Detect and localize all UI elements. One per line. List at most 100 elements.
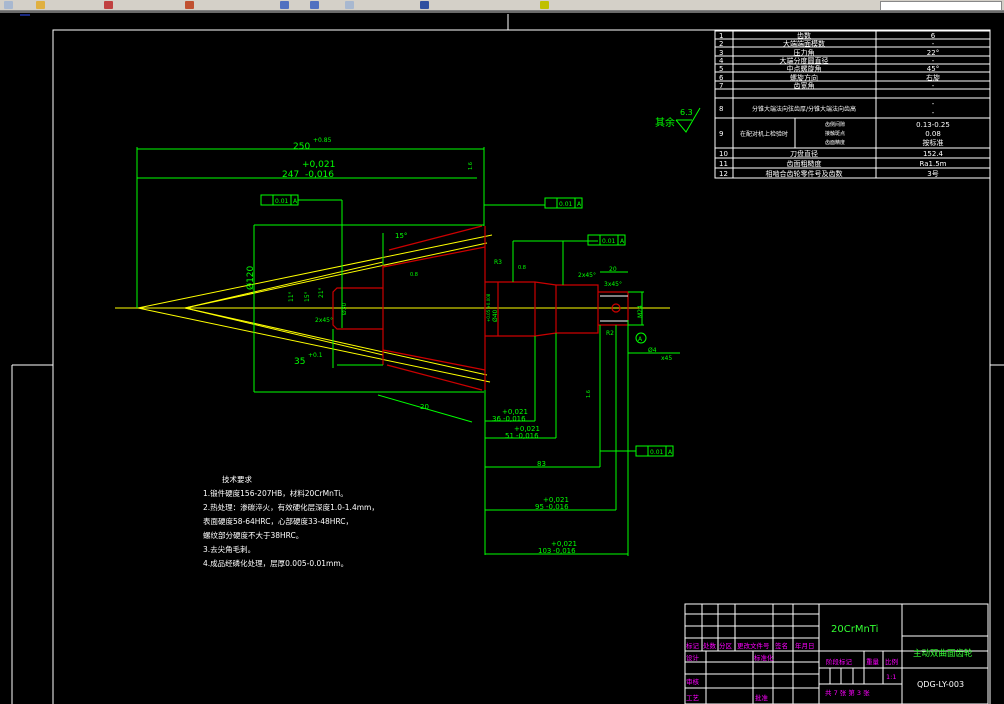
dim-103: 103	[538, 547, 551, 555]
param-name: 齿面粗糙度	[787, 159, 822, 168]
redo-icon[interactable]	[185, 1, 194, 9]
param-name: 中点螺旋角	[787, 64, 822, 73]
param-name: 刀盘直径	[790, 149, 818, 158]
param-name: 分锥大端法向弦齿厚/分锥大端法向齿高	[752, 105, 856, 113]
param-value: Ra1.5m	[920, 160, 947, 168]
runout-value: 0.01	[650, 449, 664, 456]
text-icon[interactable]	[280, 1, 289, 9]
layer-icon[interactable]	[345, 1, 354, 9]
tb-drawing-no: QDG-LY-003	[917, 680, 964, 689]
dim-20b: 20	[609, 266, 617, 273]
roughness-value: 0.8	[410, 272, 418, 278]
dim-247-tol-low: -0,016	[305, 170, 334, 180]
roughness-value: 0.8	[518, 265, 526, 271]
tb-stage: 阶段标记	[826, 657, 853, 666]
svg-text:1.锻件硬度156-207HB，材料20CrMnTi。: 1.锻件硬度156-207HB，材料20CrMnTi。	[203, 488, 348, 498]
dim-dia120: Ø120	[245, 265, 256, 290]
open-icon[interactable]	[36, 1, 45, 9]
tb-header: 分区	[719, 641, 733, 650]
dim-r3: R3	[494, 259, 502, 266]
tb-material: 20CrMnTi	[831, 624, 878, 635]
roughness-value: 1.6	[586, 390, 592, 398]
datum-ref: A	[668, 449, 673, 456]
dim-95: 95	[535, 503, 544, 511]
datum-ref: A	[293, 198, 298, 205]
param-sub: 接触斑点	[825, 130, 845, 137]
dim-chamfer: 2x45°	[578, 272, 596, 279]
param-value: 45°	[927, 65, 939, 73]
tb-review: 审核	[686, 677, 700, 686]
dim-103-low: -0,016	[553, 547, 576, 555]
tb-design: 设计	[686, 653, 700, 662]
tb-weight: 重量	[866, 658, 880, 666]
dim-chamfer: 2x45°	[315, 317, 333, 324]
dim-overall-tol: +0.85	[313, 137, 332, 144]
param-value: 右旋	[926, 73, 940, 82]
save-icon[interactable]	[4, 1, 13, 9]
dim-83: 83	[537, 460, 546, 468]
dim-95-low: -0,016	[546, 503, 569, 511]
svg-text:3.去尖角毛刺。: 3.去尖角毛刺。	[203, 544, 255, 554]
svg-text:2.热处理：渗碳淬火，有效硬化层深度1.0-1.4mm，: 2.热处理：渗碳淬火，有效硬化层深度1.0-1.4mm，	[203, 502, 379, 512]
dim-36: 36	[492, 415, 501, 423]
dim-angle: 11°	[288, 291, 295, 302]
row-no: 5	[719, 65, 723, 73]
param-value: 0.13-0.25	[916, 121, 950, 129]
row-no: 4	[719, 57, 724, 65]
row-no: 10	[719, 150, 728, 158]
tb-sheets: 共 7 张 第 3 张	[825, 688, 870, 697]
row-no: 8	[719, 105, 723, 113]
param-value: -	[932, 100, 935, 108]
dim-35-tol: +0.1	[308, 352, 323, 359]
param-name: 大端端面模数	[783, 39, 825, 48]
dim-36-low: -0,016	[503, 415, 526, 423]
tb-scale: 1:1	[886, 673, 896, 681]
datum-ref: A	[620, 238, 625, 245]
print-icon[interactable]	[420, 1, 429, 9]
tb-header: 标记	[686, 641, 700, 650]
dim-hole-depth: x45	[661, 355, 672, 362]
tb-header: 更改文件号	[737, 641, 770, 650]
technical-requirements: 技术要求 1.锻件硬度156-207HB，材料20CrMnTi。 2.热处理：渗…	[203, 474, 379, 568]
param-name: 齿宽角	[794, 81, 815, 90]
dim-overall: 250	[293, 142, 310, 152]
row-no: 9	[719, 130, 723, 138]
param-sub: 齿面精度	[825, 139, 845, 146]
tb-part-name: 主动双曲面齿轮	[913, 648, 973, 659]
dim-angle15: 15°	[395, 232, 407, 240]
dim-dia40-tol: +0.05 +0.008	[486, 293, 491, 322]
row-no: 11	[719, 160, 728, 168]
dim-51: 51	[505, 432, 514, 440]
roughness-note: 其余 6.3	[655, 107, 701, 133]
roughness-value: 1.6	[468, 162, 474, 170]
runout-value: 0.01	[602, 238, 616, 245]
datum-a: A	[638, 336, 643, 343]
dim-angle: 15°	[304, 291, 311, 302]
row-no: 3	[719, 49, 723, 57]
param-value: -	[932, 109, 935, 117]
dim-chamfer: 3x45°	[604, 281, 622, 288]
command-input[interactable]	[880, 1, 1002, 11]
drawing-canvas[interactable]: 1 齿数 6 2 大端端面模数 - 3 压力角 22° 4 大端分度圆直径 - …	[0, 13, 1004, 704]
pitch-cone-lines	[115, 234, 670, 383]
row-no: 1	[719, 32, 723, 40]
param-value: 0.08	[925, 130, 941, 138]
param-value: 3号	[927, 170, 938, 178]
param-name: 螺旋方向	[790, 73, 818, 82]
tb-standardize: 标准化	[754, 653, 774, 662]
tb-header: 年月日	[795, 641, 815, 650]
row-no: 12	[719, 170, 728, 178]
svg-text:4.成品经磷化处理，层厚0.005-0.01mm。: 4.成品经磷化处理，层厚0.005-0.01mm。	[203, 558, 348, 568]
dim-angle: 21°	[318, 287, 325, 298]
dim-dia30: Ø30	[341, 302, 348, 315]
tb-scale-label: 比例	[885, 657, 898, 666]
dim-hole: Ø4	[648, 347, 657, 354]
zoom-icon[interactable]	[540, 1, 549, 9]
dim-51-low: -0,016	[516, 432, 539, 440]
param-value: 152.4	[923, 150, 944, 158]
dim-35: 35	[294, 357, 305, 367]
row-no: 6	[719, 74, 724, 82]
properties-icon[interactable]	[310, 1, 319, 9]
gear-parameters-table	[714, 30, 991, 179]
undo-icon[interactable]	[104, 1, 113, 9]
